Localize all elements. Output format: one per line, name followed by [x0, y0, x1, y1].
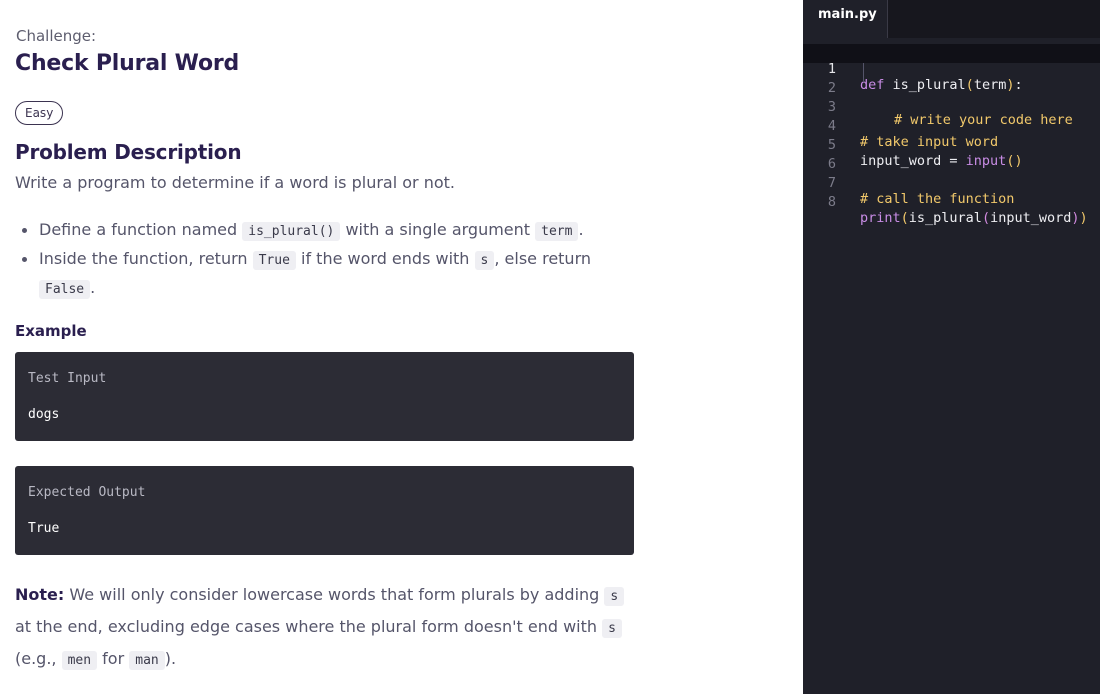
code-line[interactable]: 4 # take input word [803, 101, 1100, 150]
argument: input_word [990, 210, 1072, 226]
inline-code: True [252, 251, 296, 270]
builtin: print [860, 210, 901, 226]
problem-panel: Challenge: Check Plural Word Easy Proble… [0, 0, 803, 694]
list-item: Define a function named is_plural() with… [15, 216, 625, 245]
tab-main-py[interactable]: main.py [803, 0, 888, 38]
page-title: Check Plural Word [15, 51, 240, 76]
text: (e.g., [15, 649, 62, 668]
code-editor: main.py 1 def is_plural(term): 2 # write… [803, 0, 1100, 694]
text: , else return [494, 249, 592, 268]
code-line[interactable]: 7 # call the function [803, 158, 1100, 207]
inline-code: man [129, 651, 165, 670]
indent-guide [863, 63, 864, 82]
code-line[interactable]: 5 input_word = input() [803, 120, 1100, 169]
code-text[interactable]: print(is_plural(input_word)) [860, 209, 1088, 228]
text: Define a function named [39, 220, 243, 239]
test-input-box: Test Input dogs [15, 352, 634, 441]
inline-code: men [61, 651, 98, 670]
inline-code: is_plural() [242, 222, 341, 241]
inline-code: s [604, 587, 625, 606]
inline-code: s [474, 251, 495, 270]
bullet-icon [22, 257, 27, 262]
expected-output-label: Expected Output [28, 485, 146, 500]
expected-output-value: True [28, 521, 60, 536]
code-line[interactable]: 3 [803, 82, 1100, 115]
difficulty-badge: Easy [15, 101, 64, 125]
editor-tabbar: main.py [803, 0, 1100, 38]
inline-code: term [535, 222, 579, 241]
list-item: Inside the function, return True if the … [15, 245, 625, 303]
code-area[interactable]: 1 def is_plural(term): 2 # write your co… [803, 44, 1100, 226]
text: . [90, 278, 96, 297]
paren: ( [981, 210, 991, 226]
challenge-label: Challenge: [16, 27, 97, 45]
section-title: Problem Description [15, 140, 242, 164]
code-line[interactable]: 6 [803, 139, 1100, 172]
paren: ) [1079, 210, 1088, 226]
problem-description: Write a program to determine if a word i… [15, 173, 455, 192]
inline-code: s [602, 619, 622, 638]
paren: ) [1071, 210, 1080, 226]
line-number: 8 [827, 194, 836, 210]
text: with a single argument [340, 220, 536, 239]
text: Inside the function, return [39, 249, 253, 268]
code-line[interactable]: 1 def is_plural(term): [803, 44, 1100, 93]
paren: ( [900, 210, 909, 226]
text: for [97, 649, 130, 668]
code-line[interactable]: 2 # write your code here [803, 63, 1100, 128]
requirements-list: Define a function named is_plural() with… [15, 216, 625, 303]
test-input-value: dogs [28, 407, 60, 422]
note-label: Note: [15, 585, 65, 604]
function-name: is_plural [908, 210, 982, 226]
note: Note: We will only consider lowercase wo… [15, 580, 630, 676]
text: We will only consider lowercase words th… [64, 585, 605, 604]
text: . [578, 220, 584, 239]
text: at the end, excluding edge cases where t… [15, 617, 603, 636]
test-input-label: Test Input [28, 371, 107, 386]
example-title: Example [15, 322, 87, 340]
text: ). [164, 649, 177, 668]
bullet-icon [22, 228, 27, 233]
expected-output-box: Expected Output True [15, 466, 634, 555]
code-line[interactable]: 8 print(is_plural(input_word)) [803, 177, 1100, 226]
text: if the word ends with [295, 249, 475, 268]
difficulty-label: Easy [25, 106, 54, 120]
inline-code: False [39, 280, 91, 299]
